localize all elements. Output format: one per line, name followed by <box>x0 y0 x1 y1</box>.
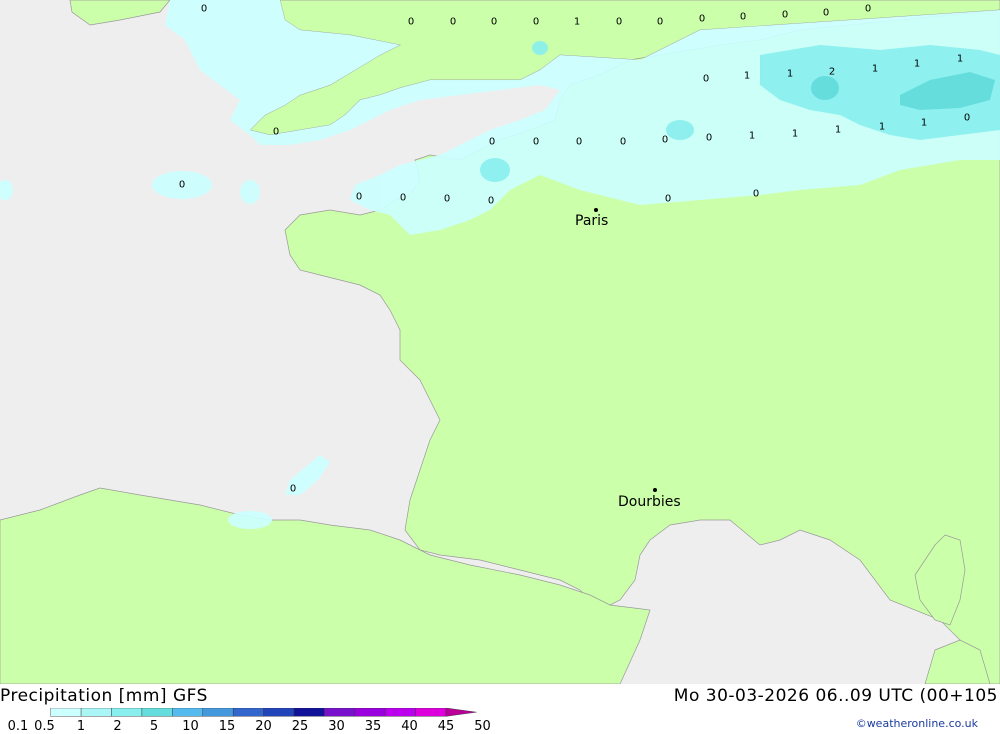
grid-value: 1 <box>913 58 921 70</box>
legend-swatch <box>385 708 416 717</box>
legend-label: 10 <box>182 719 199 734</box>
legend-label: 25 <box>291 719 309 734</box>
legend-label: 20 <box>255 719 272 734</box>
grid-value: 1 <box>791 128 799 140</box>
grid-value: 0 <box>619 136 627 148</box>
legend-swatch <box>232 708 264 717</box>
grid-value: 0 <box>705 132 713 144</box>
legend-swatch <box>80 708 112 717</box>
precipitation-map[interactable]: 0 0 0 0 0 1 0 0 0 0 0 0 0 0 1 1 2 1 1 1 0 0 0 0 0 0 0 1 1 1 1 1 0 0 0 0 0 0 0 0… <box>0 0 1000 684</box>
grid-value: 1 <box>878 121 886 133</box>
legend-label: 45 <box>437 719 455 734</box>
legend-label: 35 <box>364 719 382 734</box>
grid-value: 0 <box>272 126 280 138</box>
map-datetime: Mo 30-03-2026 06..09 UTC (00+105 <box>673 686 998 706</box>
grid-value: 0 <box>355 191 363 203</box>
grid-value: 1 <box>748 130 756 142</box>
map-canvas <box>0 0 1000 684</box>
legend-label: 30 <box>328 719 345 734</box>
grid-value: 0 <box>490 16 498 28</box>
legend-swatch <box>111 708 143 717</box>
grid-value: 0 <box>752 188 760 200</box>
grid-value: 0 <box>532 16 540 28</box>
legend-swatch <box>415 708 447 717</box>
legend-swatch <box>445 708 477 717</box>
grid-value: 0 <box>449 16 457 28</box>
grid-value: 0 <box>702 73 710 85</box>
grid-value: 0 <box>864 3 872 15</box>
legend-swatch <box>263 708 295 717</box>
grid-value: 0 <box>575 136 583 148</box>
legend-label: 2 <box>113 719 122 734</box>
grid-value: 0 <box>739 11 747 23</box>
grid-value: 1 <box>786 68 794 80</box>
grid-value: 0 <box>487 195 495 207</box>
legend-label: 15 <box>218 719 236 734</box>
legend-label: 5 <box>149 719 159 734</box>
grid-value: 0 <box>664 193 672 205</box>
legend-swatch <box>50 708 82 717</box>
grid-value: 1 <box>956 53 964 65</box>
grid-value: 1 <box>573 16 581 28</box>
legend-swatch <box>354 708 386 717</box>
city-marker-paris <box>594 208 598 212</box>
grid-value: 1 <box>834 124 842 136</box>
grid-value: 0 <box>289 483 297 495</box>
grid-value: 0 <box>443 193 451 205</box>
grid-value: 1 <box>871 63 879 75</box>
legend-swatch <box>141 708 173 717</box>
grid-value: 1 <box>743 70 751 82</box>
grid-value: 0 <box>656 16 664 28</box>
grid-value: 0 <box>963 112 971 124</box>
grid-value: 0 <box>615 16 623 28</box>
grid-value: 0 <box>407 16 415 28</box>
grid-value: 0 <box>781 9 789 21</box>
grid-value: 0 <box>532 136 540 148</box>
legend-swatch <box>324 708 356 717</box>
grid-value: 0 <box>661 134 669 146</box>
grid-value: 0 <box>399 192 407 204</box>
grid-value: 0 <box>178 179 186 191</box>
city-label-paris: Paris <box>575 213 609 229</box>
grid-value: 0 <box>698 13 706 25</box>
map-title: Precipitation [mm] GFS <box>0 686 208 706</box>
city-label-dourbies: Dourbies <box>618 494 681 510</box>
grid-value: 1 <box>920 117 928 129</box>
grid-value: 0 <box>488 136 496 148</box>
map-footer: Precipitation [mm] GFS Mo 30-03-2026 06.… <box>0 684 1000 734</box>
city-marker-dourbies <box>653 488 657 492</box>
legend-label: 1 <box>76 719 86 734</box>
legend-label: 0.5 <box>34 719 55 734</box>
grid-value: 0 <box>822 7 830 19</box>
legend-color-scale <box>50 708 477 717</box>
grid-value: 0 <box>200 3 208 15</box>
legend-swatch <box>293 708 325 717</box>
legend-label: 0.1 <box>7 719 29 734</box>
grid-value: 2 <box>828 66 836 78</box>
legend-swatch <box>172 708 203 717</box>
legend-label: 40 <box>401 719 418 734</box>
legend-label: 50 <box>474 719 491 734</box>
credit-link[interactable]: ©weatheronline.co.uk <box>856 717 978 730</box>
legend-swatch <box>202 708 234 717</box>
